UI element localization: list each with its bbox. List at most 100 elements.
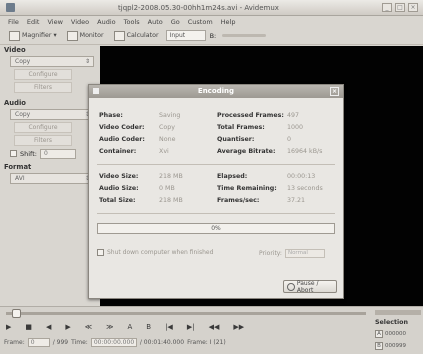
marker-a-button[interactable]: A (375, 329, 383, 338)
toolbar: Magnifier ▾ Monitor Calculator Input B: (0, 27, 423, 45)
goto-end-icon[interactable]: ▶| (187, 323, 195, 331)
window-title: tjqpl2-2008.05.30-00hh1m24s.avi - Avidem… (118, 3, 279, 12)
priority-label: Priority: (259, 250, 282, 257)
timeline-slider[interactable] (6, 309, 366, 318)
time-remaining-label: Time Remaining: (217, 185, 277, 192)
next-keyframe-icon[interactable]: ≫ (106, 323, 113, 331)
shutdown-checkbox[interactable] (97, 249, 104, 256)
average-bitrate-value: 16964 kB/s (287, 148, 323, 155)
shift-checkbox[interactable] (10, 150, 17, 157)
timeline-knob[interactable] (12, 309, 21, 318)
menu-file[interactable]: File (8, 18, 19, 26)
frames-per-sec-value: 37.21 (287, 197, 306, 204)
next-black-icon[interactable]: ▶▶ (233, 323, 244, 331)
duration-label: / 00:01:40.000 (139, 339, 185, 346)
prev-frame-icon[interactable]: ◀ (46, 323, 51, 331)
menu-edit[interactable]: Edit (27, 18, 40, 26)
shift-spinner[interactable]: 0 (39, 148, 76, 159)
pause-icon (287, 282, 295, 291)
progress-percent: 0% (211, 225, 221, 232)
app-icon (6, 3, 15, 12)
dialog-close-button[interactable]: × (330, 87, 339, 96)
video-coder-row: Video Coder: Copy (99, 124, 175, 131)
video-coder-label: Video Coder: (99, 124, 145, 131)
volume-meter (375, 310, 421, 315)
audio-coder-value: None (159, 136, 176, 143)
close-button[interactable]: × (408, 3, 418, 12)
set-marker-a-icon[interactable]: A (127, 323, 132, 331)
audio-size-label: Audio Size: (99, 185, 139, 192)
calculator-label: Calculator (126, 32, 159, 39)
processed-frames-label: Processed Frames: (217, 112, 284, 119)
dialog-title: Encoding (197, 87, 235, 95)
next-frame-icon[interactable]: ▶ (65, 323, 70, 331)
audio-coder-label: Audio Coder: (99, 136, 145, 143)
menu-help[interactable]: Help (221, 18, 236, 26)
video-codec-value: Copy (15, 58, 31, 65)
maximize-button[interactable]: □ (395, 3, 405, 12)
encoding-dialog: Encoding × Phase: Saving Video Coder: Co… (88, 84, 344, 299)
format-select[interactable]: AVI ⇕ (10, 173, 94, 184)
menu-view[interactable]: View (47, 18, 62, 26)
chevron-updown-icon: ⇕ (84, 58, 90, 65)
menu-custom[interactable]: Custom (188, 18, 213, 26)
goto-start-icon[interactable]: |◀ (165, 323, 173, 331)
format-value: AVI (15, 175, 25, 182)
menu-video[interactable]: Video (71, 18, 89, 26)
audio-codec-select[interactable]: Copy ⇕ (10, 109, 94, 120)
pause-abort-label: Pause / Abort (296, 279, 319, 294)
priority-select[interactable]: Normal (284, 249, 325, 258)
video-codec-select[interactable]: Copy ⇕ (10, 56, 94, 67)
play-icon[interactable]: ▶ (6, 323, 11, 331)
menu-audio[interactable]: Audio (97, 18, 115, 26)
monitor-button[interactable]: Monitor (64, 29, 107, 42)
video-filters-button[interactable]: Filters (14, 82, 72, 93)
prev-keyframe-icon[interactable]: ≪ (85, 323, 92, 331)
total-frames: / 999 (52, 339, 69, 346)
pause-abort-button[interactable]: Pause / Abort (283, 279, 337, 294)
time-remaining-value: 13 seconds (287, 185, 323, 192)
frame-type-label: Frame: I (21) (187, 339, 226, 346)
monitor-icon (66, 30, 78, 41)
calculator-icon (113, 30, 125, 41)
set-marker-b-icon[interactable]: B (146, 323, 151, 331)
menu-auto[interactable]: Auto (148, 18, 163, 26)
magnifier-button[interactable]: Magnifier ▾ (6, 29, 60, 42)
time-input[interactable]: 00:00:00.000 (90, 338, 137, 347)
minimize-button[interactable]: _ (382, 3, 392, 12)
monitor-label: Monitor (79, 32, 104, 39)
audio-filters-button[interactable]: Filters (14, 135, 72, 146)
calculator-button[interactable]: Calculator (111, 29, 162, 42)
prev-black-icon[interactable]: ◀◀ (209, 323, 220, 331)
audio-size-value: 0 MB (159, 185, 175, 192)
menu-tools[interactable]: Tools (124, 18, 140, 26)
average-bitrate-label: Average Bitrate: (217, 148, 276, 155)
video-configure-button[interactable]: Configure (14, 69, 72, 80)
magnifier-label: Magnifier (22, 32, 52, 39)
dialog-app-icon (93, 88, 99, 94)
average-bitrate-row: Average Bitrate: 16964 kB/s (217, 148, 322, 155)
container-label: Container: (99, 148, 137, 155)
processed-frames-value: 497 (287, 112, 300, 119)
shutdown-option: Shut down computer when finished (97, 249, 213, 256)
zoom-slider[interactable] (222, 34, 267, 37)
frame-info-bar: Frame: 0 / 999 Time: 00:00:00.000 / 00:0… (4, 337, 374, 348)
menu-go[interactable]: Go (171, 18, 180, 26)
total-frames-label: Total Frames: (217, 124, 265, 131)
input-output-combo[interactable]: Input (165, 30, 206, 41)
marker-b-button[interactable]: B (375, 341, 383, 350)
format-section-header: Format (4, 163, 32, 171)
dialog-titlebar: Encoding × (89, 85, 343, 98)
audio-configure-button[interactable]: Configure (14, 122, 72, 133)
time-label: Time: (71, 339, 88, 346)
transport-controls: ▶ ■ ◀ ▶ ≪ ≫ A B |◀ ▶| ◀◀ ▶▶ (6, 321, 366, 333)
video-size-row: Video Size: 218 MB (99, 173, 183, 180)
frame-input[interactable]: 0 (27, 338, 50, 347)
total-size-row: Total Size: 218 MB (99, 197, 183, 204)
container-value: Xvi (159, 148, 169, 155)
stop-icon[interactable]: ■ (25, 323, 32, 331)
quantiser-label: Quantiser: (217, 136, 255, 143)
audio-section-header: Audio (4, 99, 26, 107)
total-size-label: Total Size: (99, 197, 136, 204)
window-titlebar: tjqpl2-2008.05.30-00hh1m24s.avi - Avidem… (0, 0, 423, 16)
